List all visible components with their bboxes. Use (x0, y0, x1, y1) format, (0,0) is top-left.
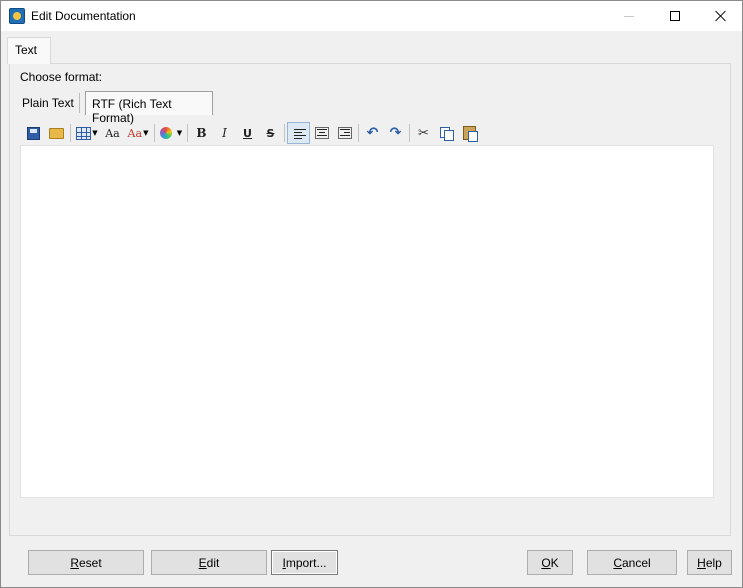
reset-button[interactable]: Reset (28, 550, 144, 575)
tab-text-label: Text (15, 43, 38, 57)
font-size-icon: Aa (127, 126, 143, 140)
rtf-toolbar: ▼ Aa Aa ▼ ▼ B I U S ↶ ↷ ✂ (19, 121, 715, 145)
strikethrough-icon: S (266, 126, 275, 140)
minimize-icon (624, 15, 634, 17)
reset-button-label: eset (78, 555, 102, 570)
chevron-down-icon: ▼ (92, 129, 98, 137)
minimize-button[interactable] (606, 1, 652, 31)
toolbar-separator (284, 124, 285, 142)
undo-button[interactable]: ↶ (361, 122, 384, 144)
align-left-button[interactable] (287, 122, 310, 144)
font-button[interactable]: Aa (101, 122, 124, 144)
color-button[interactable]: ▼ (157, 122, 185, 144)
reset-button-mnemonic: R (70, 555, 79, 570)
maximize-button[interactable] (652, 1, 698, 31)
save-button[interactable] (22, 122, 45, 144)
help-button-label: elp (705, 555, 722, 570)
strikethrough-button[interactable]: S (259, 122, 282, 144)
toolbar-separator (154, 124, 155, 142)
edit-button-mnemonic: E (198, 555, 207, 570)
ok-button[interactable]: OK (527, 550, 573, 575)
cut-button[interactable]: ✂ (412, 122, 435, 144)
chevron-down-icon: ▼ (176, 129, 183, 137)
toolbar-separator (358, 124, 359, 142)
cut-icon: ✂ (418, 125, 429, 141)
ok-button-label: K (550, 555, 559, 570)
copy-icon (440, 126, 454, 141)
cancel-button-mnemonic: C (613, 555, 622, 570)
toolbar-separator (187, 124, 188, 142)
open-folder-icon (49, 127, 64, 139)
paste-button[interactable] (458, 122, 481, 144)
format-tab-divider (79, 93, 80, 113)
save-icon (27, 126, 40, 140)
align-center-button[interactable] (310, 122, 333, 144)
title-bar[interactable]: Edit Documentation (1, 1, 742, 31)
bold-button[interactable]: B (190, 122, 213, 144)
font-icon: Aa (105, 126, 120, 140)
toolbar-separator (70, 124, 71, 142)
align-right-button[interactable] (333, 122, 356, 144)
underline-button[interactable]: U (236, 122, 259, 144)
format-tab-plain-text[interactable]: Plain Text (15, 91, 79, 115)
chevron-down-icon: ▼ (143, 129, 149, 137)
edit-button-label: dit (206, 555, 220, 570)
edit-documentation-window: Edit Documentation Text Choose format: P… (0, 0, 743, 588)
help-button[interactable]: Help (687, 550, 732, 575)
align-center-icon (314, 127, 329, 139)
insert-table-button[interactable]: ▼ (73, 122, 101, 144)
italic-button[interactable]: I (213, 122, 236, 144)
bold-icon: B (196, 126, 207, 140)
import-button-label: mport... (285, 555, 327, 570)
font-size-button[interactable]: Aa ▼ (124, 122, 152, 144)
open-button[interactable] (45, 122, 68, 144)
insert-table-icon (76, 126, 92, 140)
edit-button[interactable]: Edit (151, 550, 267, 575)
close-button[interactable] (698, 1, 743, 31)
close-icon (715, 10, 727, 22)
redo-icon: ↷ (389, 125, 402, 141)
maximize-icon (670, 11, 680, 21)
format-tab-plain-text-label: Plain Text (22, 96, 74, 110)
underline-icon: U (243, 126, 252, 140)
color-icon (159, 127, 172, 139)
undo-icon: ↶ (366, 125, 379, 141)
align-left-icon (292, 127, 306, 139)
cancel-button[interactable]: Cancel (587, 550, 677, 575)
toolbar-separator (409, 124, 410, 142)
italic-icon: I (222, 126, 227, 140)
rtf-editor[interactable] (20, 145, 714, 498)
copy-button[interactable] (435, 122, 458, 144)
app-icon (9, 8, 25, 24)
format-tab-rtf[interactable]: RTF (Rich Text Format) (85, 91, 213, 125)
import-button[interactable]: Import... (271, 550, 338, 575)
cancel-button-label: ancel (621, 555, 651, 570)
help-button-mnemonic: H (697, 555, 706, 570)
ok-button-mnemonic: O (541, 555, 551, 570)
tab-text[interactable]: Text (7, 37, 51, 64)
align-right-icon (337, 127, 352, 139)
choose-format-label: Choose format: (20, 70, 103, 84)
redo-button[interactable]: ↷ (384, 122, 407, 144)
paste-icon (463, 126, 478, 142)
window-title: Edit Documentation (31, 9, 136, 23)
